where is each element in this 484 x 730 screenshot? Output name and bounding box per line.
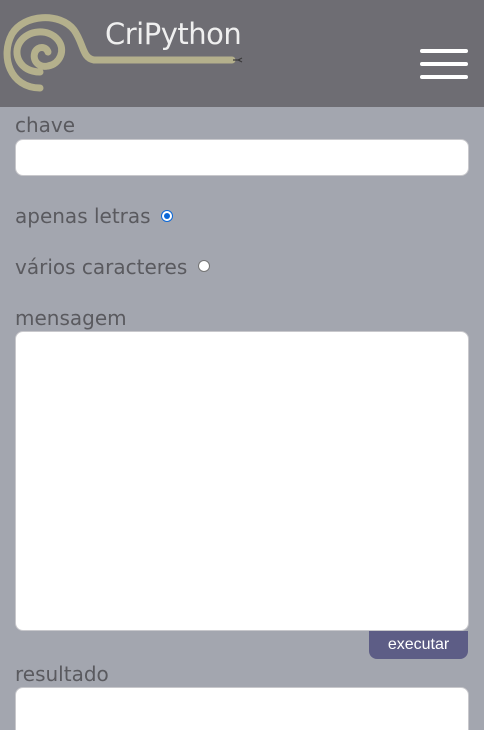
- result-textarea[interactable]: [15, 687, 469, 730]
- menu-bar: [420, 75, 468, 79]
- app-header: CriPython: [0, 0, 484, 107]
- site-logo[interactable]: CriPython: [2, 6, 247, 98]
- mode-chars-radio[interactable]: [198, 260, 210, 272]
- key-label: chave: [15, 113, 76, 137]
- mode-letters-label: apenas letras: [15, 204, 151, 228]
- mode-letters-radio[interactable]: [161, 210, 173, 222]
- brand-title: CriPython: [105, 17, 242, 51]
- message-textarea[interactable]: [15, 331, 469, 631]
- result-label: resultado: [15, 662, 109, 686]
- cipher-form: chave apenas letras vários caracteres me…: [0, 107, 484, 730]
- key-input[interactable]: [15, 139, 469, 176]
- hamburger-menu-icon[interactable]: [420, 49, 469, 80]
- execute-button[interactable]: executar: [369, 631, 468, 659]
- menu-bar: [420, 62, 468, 66]
- menu-bar: [420, 49, 468, 53]
- message-label: mensagem: [15, 306, 127, 330]
- mode-chars-label: vários caracteres: [15, 255, 188, 279]
- page: CriPython chave apenas letras vários car…: [0, 0, 484, 730]
